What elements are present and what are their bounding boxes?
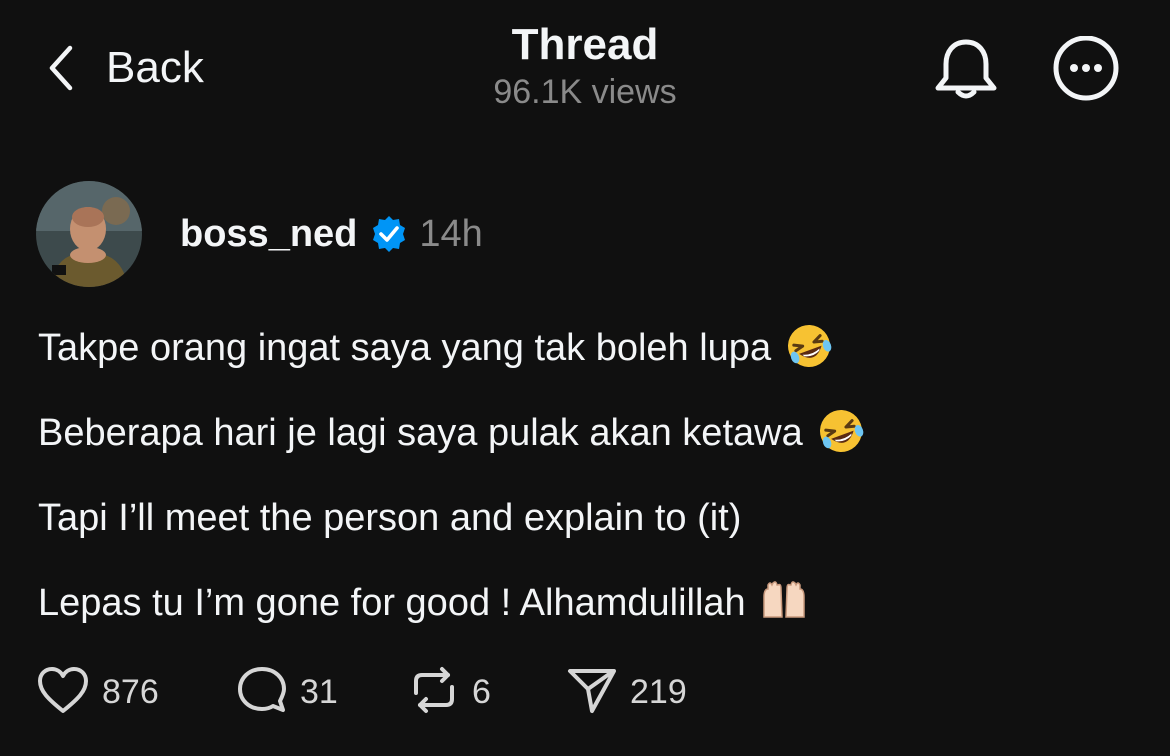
- repost-icon: [408, 665, 460, 720]
- repost-button[interactable]: 6: [408, 665, 566, 720]
- top-bar: Back Thread 96.1K views: [0, 0, 1170, 140]
- back-label: Back: [106, 43, 204, 92]
- rolling-laughing-emoji: [785, 322, 833, 370]
- avatar[interactable]: [36, 181, 142, 287]
- raising-hands-emoji: [760, 577, 808, 625]
- back-button[interactable]: Back: [44, 40, 204, 96]
- post-line: Tapi I’ll meet the person and explain to…: [38, 492, 1138, 577]
- reply-count: 31: [300, 672, 338, 711]
- post-line: Lepas tu I’m gone for good ! Alhamdulill…: [38, 577, 1138, 662]
- comment-icon: [236, 665, 288, 720]
- notification-bell-button[interactable]: [930, 34, 1002, 106]
- post-line-text: Lepas tu I’m gone for good ! Alhamdulill…: [38, 582, 746, 624]
- reply-button[interactable]: 31: [236, 665, 408, 720]
- post-line-text: Tapi I’ll meet the person and explain to…: [38, 497, 742, 539]
- heart-icon: [36, 665, 90, 720]
- author-username[interactable]: boss_ned: [180, 213, 357, 256]
- more-icon: [1050, 35, 1122, 112]
- share-count: 219: [630, 672, 687, 711]
- verified-badge-icon: [369, 214, 409, 254]
- like-count: 876: [102, 672, 159, 711]
- post-time: 14h: [419, 212, 483, 255]
- title-block: Thread 96.1K views: [385, 18, 785, 112]
- post-line: Takpe orang ingat saya yang tak boleh lu…: [38, 322, 1138, 407]
- more-options-button[interactable]: [1050, 35, 1122, 108]
- view-count: 96.1K views: [493, 73, 677, 111]
- rolling-laughing-emoji: [817, 407, 865, 455]
- bell-icon: [930, 39, 1002, 110]
- share-button[interactable]: 219: [566, 665, 687, 720]
- post-body: Takpe orang ingat saya yang tak boleh lu…: [38, 322, 1138, 662]
- post-actions: 876 31 6 219: [36, 664, 687, 720]
- share-icon: [566, 665, 618, 720]
- chevron-left-icon: [44, 42, 76, 94]
- author-row: boss_ned 14h: [36, 180, 483, 288]
- post-line: Beberapa hari je lagi saya pulak akan ke…: [38, 407, 1138, 492]
- post-line-text: Beberapa hari je lagi saya pulak akan ke…: [38, 412, 803, 454]
- like-button[interactable]: 876: [36, 665, 236, 720]
- post-line-text: Takpe orang ingat saya yang tak boleh lu…: [38, 327, 772, 369]
- page-title: Thread: [511, 20, 659, 69]
- repost-count: 6: [472, 672, 491, 711]
